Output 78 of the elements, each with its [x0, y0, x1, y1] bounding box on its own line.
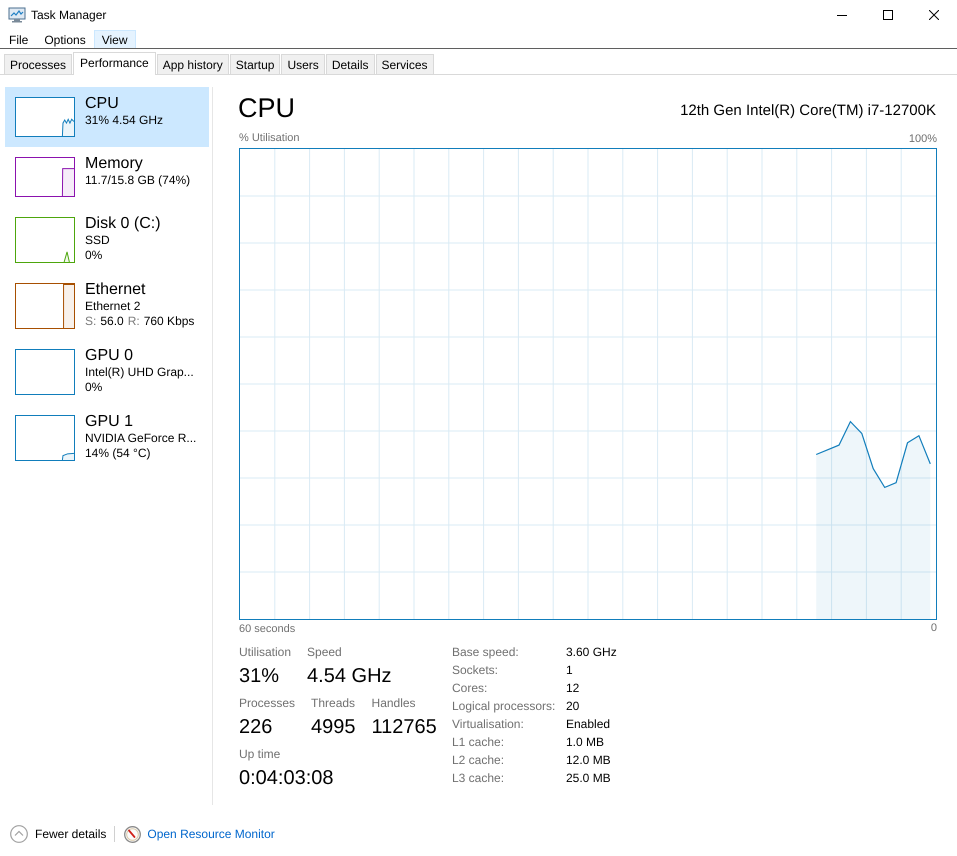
stat-label: Speed — [307, 645, 343, 660]
resource-name: CPU — [85, 95, 119, 113]
axis-title: 60 seconds — [239, 623, 296, 636]
detail-label: L2 cache: — [452, 753, 504, 767]
tab[interactable]: Services — [376, 54, 434, 74]
stat-value: 112765 — [372, 715, 437, 740]
tab[interactable]: Startup — [230, 54, 280, 74]
minimize-icon — [837, 14, 847, 16]
resource-name: GPU 0 — [85, 347, 134, 365]
detail-label: L3 cache: — [452, 771, 504, 785]
sidebar-item[interactable]: GPU 1 NVIDIA GeForce R... 14% (54 °C) — [5, 405, 209, 471]
menu-item[interactable]: Options — [36, 30, 94, 48]
stat-label: Processes — [239, 696, 296, 711]
resource-detail: Intel(R) UHD Grap... — [85, 365, 194, 380]
detail-value: Enabled — [566, 717, 610, 731]
resource-detail: NVIDIA GeForce R... — [85, 431, 196, 446]
sidebar-item[interactable]: GPU 0 Intel(R) UHD Grap... 0% — [5, 339, 209, 405]
monitor-chart-icon — [8, 7, 26, 23]
throughput-value: 760 Kbps — [144, 314, 194, 329]
resource-detail: 11.7/15.8 GB (74%) — [85, 173, 190, 188]
axis-tick-label: 100% — [908, 133, 937, 146]
axis-title: % Utilisation — [239, 132, 300, 145]
detail-value: 12.0 MB — [566, 753, 611, 767]
detail-value: 20 — [566, 699, 580, 713]
processor-model: 12th Gen Intel(R) Core(TM) i7-12700K — [680, 102, 936, 120]
stat-value: 31% — [239, 664, 280, 689]
detail-value: 25.0 MB — [566, 771, 611, 785]
detail-value: 1.0 MB — [566, 735, 604, 749]
sidebar-item[interactable]: Disk 0 (C:) SSD 0% — [5, 207, 209, 273]
tab[interactable]: Details — [326, 54, 374, 74]
detail-label: Base speed: — [452, 645, 519, 659]
stat-label: Up time — [239, 747, 282, 762]
tab[interactable]: Users — [281, 54, 325, 74]
resource-detail: 31% 4.54 GHz — [85, 113, 164, 128]
detail-value: 3.60 GHz — [566, 645, 617, 659]
menu-item[interactable]: File — [1, 30, 36, 48]
tab[interactable]: Processes — [4, 54, 72, 74]
close-icon — [929, 10, 939, 20]
maximize-icon — [883, 10, 893, 20]
page-title: CPU — [238, 92, 296, 124]
tab[interactable]: App history — [156, 54, 229, 74]
stat-value: 226 — [239, 715, 274, 740]
throughput-value: 56.0 — [100, 314, 124, 329]
resource-name: Disk 0 (C:) — [85, 215, 161, 233]
sidebar-item[interactable]: CPU 31% 4.54 GHz — [5, 87, 209, 147]
detail-value: 1 — [566, 663, 573, 677]
chevron-up-circle-icon — [10, 825, 28, 843]
throughput-label: R: — [128, 314, 140, 329]
window-title: Task Manager — [31, 8, 106, 22]
gauge-icon — [124, 826, 142, 842]
resource-name: GPU 1 — [85, 413, 134, 431]
detail-label: L1 cache: — [452, 735, 504, 749]
stat-label: Utilisation — [239, 645, 292, 660]
detail-label: Sockets: — [452, 663, 498, 677]
stat-label: Handles — [372, 696, 417, 711]
stat-value: 4.54 GHz — [307, 664, 392, 689]
resource-detail: SSD — [85, 233, 110, 248]
detail-value: 12 — [566, 681, 580, 695]
tab[interactable]: Performance — [73, 52, 156, 75]
resource-name: Memory — [85, 155, 143, 173]
stat-value: 0:04:03:08 — [239, 766, 334, 791]
resource-detail: 0% — [85, 248, 102, 263]
throughput-label: S: — [85, 314, 96, 329]
menu-item[interactable]: View — [94, 30, 136, 48]
detail-label: Virtualisation: — [452, 717, 524, 731]
stat-value: 4995 — [311, 715, 356, 740]
resource-detail: 14% (54 °C) — [85, 446, 150, 461]
resource-name: Ethernet — [85, 281, 146, 299]
axis-tick-label: 0 — [930, 622, 937, 635]
detail-label: Logical processors: — [452, 699, 556, 713]
stat-label: Threads — [311, 696, 356, 711]
fewer-details-button[interactable]: Fewer details — [10, 825, 106, 843]
sidebar-item[interactable]: Memory 11.7/15.8 GB (74%) — [5, 147, 209, 207]
resource-monitor-link[interactable]: Open Resource Monitor — [124, 826, 275, 842]
resource-detail: Ethernet 2 — [85, 299, 140, 314]
detail-label: Cores: — [452, 681, 488, 695]
sidebar-item[interactable]: Ethernet Ethernet 2 S: 56.0 R: 760 Kbps — [5, 273, 209, 339]
resource-detail: 0% — [85, 380, 102, 395]
